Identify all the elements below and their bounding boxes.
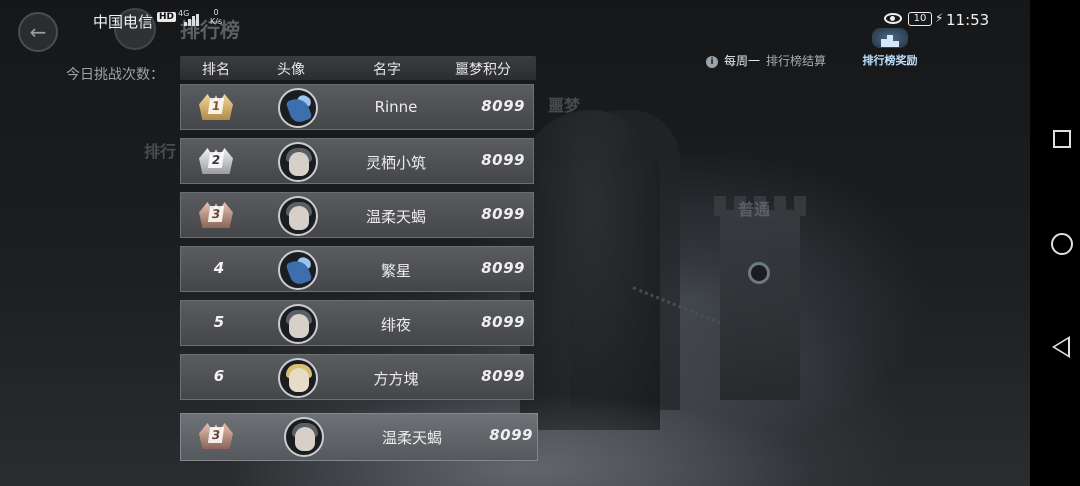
boy-avatar[interactable] <box>278 304 318 344</box>
rank-number: 6 <box>213 367 225 385</box>
boy-avatar[interactable] <box>278 196 318 236</box>
leaderboard-row[interactable]: 5 绯夜 8099 <box>180 300 534 346</box>
player-name: 灵栖小筑 <box>365 154 426 172</box>
bronze-medal-icon: 3 <box>199 421 233 451</box>
my-name: 温柔天蝎 <box>381 429 442 447</box>
podium-icon <box>872 24 908 50</box>
leaderboard-header: 排名 头像 名字 噩梦积分 <box>180 56 536 80</box>
boy-avatar[interactable] <box>278 142 318 182</box>
rank-number: 4 <box>213 259 225 277</box>
player-name: 绯夜 <box>380 316 411 334</box>
nav-back-button[interactable] <box>1052 336 1070 358</box>
weekly-text: 排行榜结算 <box>766 54 827 68</box>
tower-eye-icon <box>748 262 770 284</box>
leaderboard-row[interactable]: 2 灵栖小筑 8099 <box>180 138 534 184</box>
background-label-normal: 普通 <box>738 200 771 219</box>
rank-reward-button[interactable]: 排行榜奖励 <box>852 24 928 72</box>
my-score: 8099 <box>489 426 533 444</box>
weekly-settle-note: i 每周一 排行榜结算 <box>706 52 826 69</box>
signal-icon <box>184 14 200 26</box>
leaderboard-row[interactable]: 4 繁星 8099 <box>180 246 534 292</box>
home-button[interactable] <box>1051 233 1073 255</box>
player-name: 繁星 <box>380 262 411 280</box>
background-label-nightmare: 噩梦 <box>548 96 581 115</box>
charging-icon: ⚡ <box>935 11 944 25</box>
hd-badge: HD <box>157 12 177 22</box>
weekly-day: 每周一 <box>724 54 761 68</box>
column-rank: 排名 <box>202 62 230 78</box>
speed-unit: K/s <box>210 17 223 26</box>
boy-avatar[interactable] <box>284 417 324 457</box>
gold-medal-icon: 1 <box>199 92 233 122</box>
challenge-count-label: 今日挑战次数： <box>66 67 164 83</box>
leaderboard-row[interactable]: 3 温柔天蝎 8099 <box>180 192 534 238</box>
rank-number: 5 <box>213 313 225 331</box>
eye-comfort-icon <box>884 13 902 24</box>
column-name: 名字 <box>373 62 401 78</box>
clock: 11:53 <box>946 11 990 29</box>
dragon-avatar[interactable] <box>278 250 318 290</box>
blond-avatar[interactable] <box>278 358 318 398</box>
player-score: 8099 <box>481 97 525 115</box>
carrier-label: 中国电信 <box>93 13 154 31</box>
player-name: 温柔天蝎 <box>365 208 426 226</box>
player-name: Rinne <box>374 98 418 116</box>
bronze-medal-icon: 3 <box>199 200 233 230</box>
column-avatar: 头像 <box>277 62 305 78</box>
dragon-avatar[interactable] <box>278 88 318 128</box>
column-score: 噩梦积分 <box>455 62 511 78</box>
player-name: 方方塊 <box>373 370 419 388</box>
player-score: 8099 <box>481 259 525 277</box>
speed-value: 0 <box>213 8 219 17</box>
leaderboard-row[interactable]: 6 方方塊 8099 <box>180 354 534 400</box>
info-icon: i <box>706 56 718 68</box>
background-label-rank: 排行 <box>144 142 177 161</box>
silver-medal-icon: 2 <box>199 146 233 176</box>
my-rank-row[interactable]: 3 温柔天蝎 8099 <box>180 413 538 461</box>
player-score: 8099 <box>481 205 525 223</box>
recent-apps-button[interactable] <box>1053 130 1071 148</box>
rank-reward-label: 排行榜奖励 <box>862 54 918 67</box>
network-speed: 0 K/s <box>210 8 222 26</box>
player-score: 8099 <box>481 313 525 331</box>
player-score: 8099 <box>481 367 525 385</box>
leaderboard-row[interactable]: 1 Rinne 8099 <box>180 84 534 130</box>
player-score: 8099 <box>481 151 525 169</box>
